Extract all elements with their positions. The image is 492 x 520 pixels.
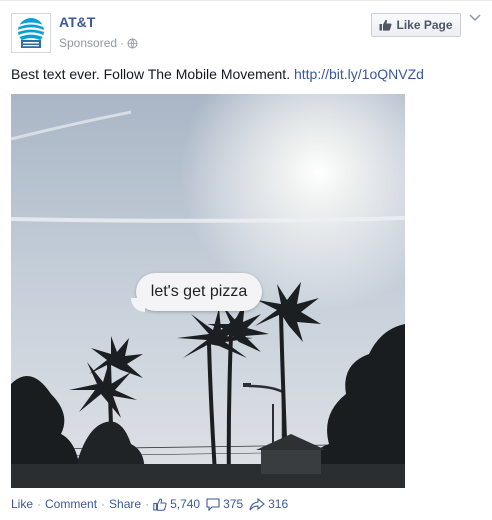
- share-count-value: 316: [268, 497, 289, 511]
- post-meta: Sponsored ·: [59, 36, 138, 50]
- comment-icon: [206, 497, 220, 511]
- sponsored-label[interactable]: Sponsored: [59, 36, 117, 50]
- share-icon: [249, 497, 265, 510]
- page-name-link[interactable]: AT&T: [59, 14, 95, 30]
- action-separator: ·: [37, 497, 42, 511]
- action-separator: ·: [101, 497, 106, 511]
- att-globe-logo: [12, 14, 50, 52]
- comment-action-link[interactable]: Comment: [45, 497, 97, 511]
- chevron-down-icon[interactable]: [469, 13, 481, 23]
- meta-separator: ·: [120, 36, 125, 50]
- like-page-button[interactable]: Like Page: [371, 13, 461, 37]
- like-count[interactable]: 5,740: [153, 497, 200, 511]
- page-avatar[interactable]: [11, 13, 51, 53]
- thumbs-up-icon: [379, 19, 392, 31]
- globe-icon: [127, 38, 138, 48]
- post-body-text: Best text ever. Follow The Mobile Moveme…: [11, 66, 291, 82]
- thumbs-up-icon: [153, 498, 167, 511]
- message-bubble: let's get pizza: [136, 273, 262, 311]
- top-divider: [0, 0, 492, 1]
- post-actions-bar: Like · Comment · Share · 5,740 375 316: [11, 497, 294, 511]
- like-count-value: 5,740: [170, 497, 201, 511]
- like-page-label: Like Page: [396, 18, 453, 32]
- action-separator: ·: [145, 497, 150, 511]
- like-action-link[interactable]: Like: [11, 497, 33, 511]
- post-link[interactable]: http://bit.ly/1oQNVZd: [294, 66, 424, 82]
- comment-count-value: 375: [223, 497, 244, 511]
- comment-count[interactable]: 375: [206, 497, 243, 511]
- share-action-link[interactable]: Share: [109, 497, 141, 511]
- post-message: Best text ever. Follow The Mobile Moveme…: [11, 66, 424, 82]
- share-count[interactable]: 316: [249, 497, 288, 511]
